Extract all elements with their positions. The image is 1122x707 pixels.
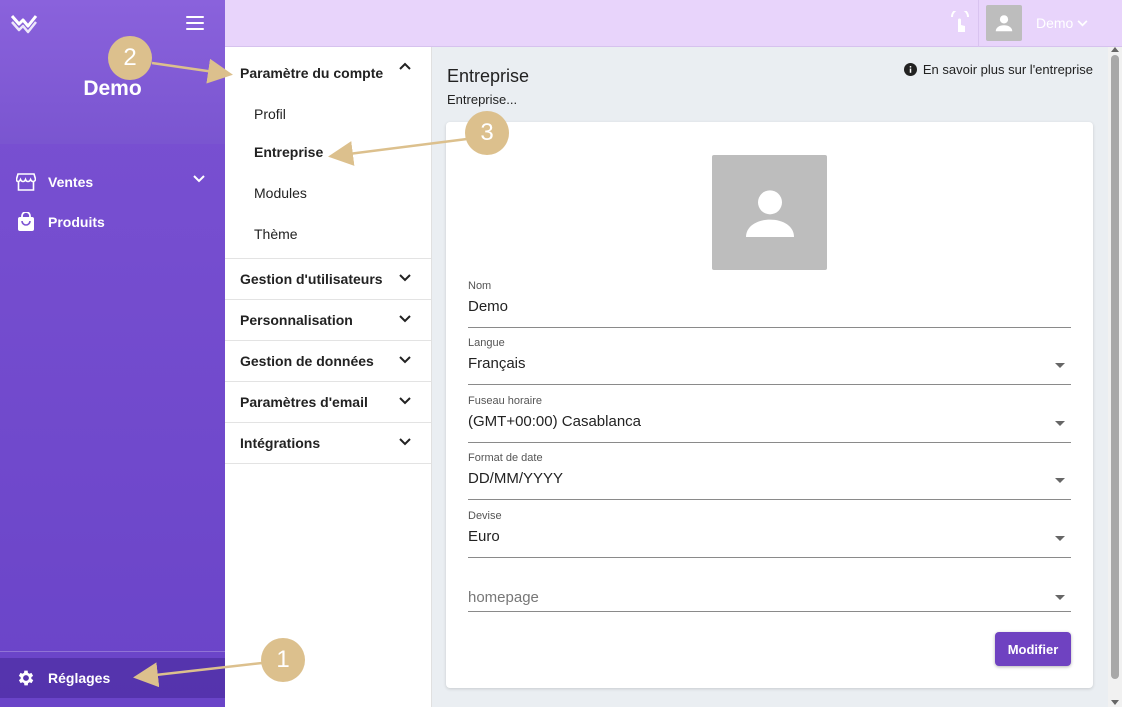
- scroll-up-icon[interactable]: [1111, 47, 1119, 52]
- brand-name: Demo: [83, 77, 142, 100]
- scrollbar[interactable]: [1108, 47, 1122, 707]
- page-subtitle: Entreprise...: [447, 92, 518, 107]
- avatar[interactable]: [986, 5, 1022, 41]
- field-value: DD/MM/YYYY: [468, 470, 564, 487]
- section-label: Paramètres d'email: [240, 394, 368, 410]
- chevron-down-icon: [399, 356, 411, 364]
- field-value: Demo: [468, 298, 509, 315]
- chevron-down-icon: [399, 438, 411, 446]
- modifier-button[interactable]: Modifier: [995, 632, 1071, 666]
- section-parametres-email[interactable]: Paramètres d'email: [225, 382, 431, 423]
- section-label: Intégrations: [240, 435, 321, 451]
- store-icon: [16, 172, 36, 192]
- chevron-up-icon: [399, 62, 411, 70]
- page-title: Entreprise: [447, 66, 530, 86]
- subitem-modules[interactable]: Modules: [225, 172, 431, 213]
- user-icon: [745, 189, 794, 237]
- user-icon: [995, 15, 1013, 32]
- gear-icon: [18, 670, 34, 686]
- chevron-down-icon: [399, 315, 411, 323]
- user-menu[interactable]: Demo: [1036, 15, 1088, 31]
- section-personnalisation[interactable]: Personnalisation: [225, 300, 431, 341]
- menu-toggle-icon[interactable]: [186, 16, 204, 30]
- topbar: Demo: [225, 0, 1122, 47]
- info-link-label: En savoir plus sur l'entreprise: [922, 62, 1093, 77]
- section-gestion-donnees[interactable]: Gestion de données: [225, 341, 431, 382]
- field-label: Format de date: [468, 452, 543, 464]
- field-value: Euro: [468, 528, 500, 545]
- section-label: Personnalisation: [240, 312, 353, 328]
- dropdown-arrow-icon: [1055, 536, 1065, 541]
- field-label: Langue: [468, 337, 505, 349]
- homepage-select[interactable]: homepage: [468, 563, 1071, 612]
- devise-select[interactable]: Devise Euro: [468, 510, 1071, 558]
- settings-submenu: Paramètre du compte Profil Entreprise Mo…: [225, 47, 432, 707]
- chevron-down-icon: [193, 175, 205, 183]
- section-gestion-utilisateurs[interactable]: Gestion d'utilisateurs: [225, 259, 431, 300]
- field-label: Nom: [468, 280, 492, 292]
- touch-icon[interactable]: [948, 11, 972, 35]
- annotation-badge-1: 1: [261, 638, 305, 682]
- sidebar: Demo Ventes Produits Réglages: [0, 0, 225, 707]
- section-label: Paramètre du compte: [240, 65, 384, 81]
- dropdown-arrow-icon: [1055, 363, 1065, 368]
- company-form-card: Nom Demo Langue Français Fuseau horaire …: [446, 122, 1093, 688]
- section-items: Profil Entreprise Modules Thème: [225, 99, 431, 259]
- sidebar-item-label: Produits: [48, 214, 105, 230]
- fuseau-horaire-select[interactable]: Fuseau horaire (GMT+00:00) Casablanca: [468, 395, 1071, 443]
- langue-select[interactable]: Langue Français: [468, 337, 1071, 385]
- info-icon: [903, 63, 917, 76]
- field-value: (GMT+00:00) Casablanca: [468, 413, 641, 430]
- format-date-select[interactable]: Format de date DD/MM/YYYY: [468, 452, 1071, 500]
- company-logo-placeholder[interactable]: [712, 155, 827, 270]
- field-placeholder: homepage: [468, 589, 539, 606]
- main-content: Entreprise Entreprise... En savoir plus …: [433, 47, 1108, 707]
- scrollbar-thumb[interactable]: [1111, 55, 1119, 679]
- bag-icon: [16, 212, 36, 232]
- field-value: Français: [468, 355, 526, 372]
- sidebar-item-label: Réglages: [48, 670, 111, 686]
- section-label: Gestion d'utilisateurs: [240, 271, 383, 287]
- chevron-down-icon: [399, 274, 411, 282]
- field-label: Fuseau horaire: [468, 395, 542, 407]
- nom-field[interactable]: Nom Demo: [468, 280, 1071, 328]
- sidebar-nav: Ventes Produits: [0, 144, 225, 242]
- annotation-badge-2: 2: [108, 36, 152, 80]
- subitem-profil[interactable]: Profil: [225, 99, 431, 131]
- sidebar-footer: Réglages: [0, 651, 225, 707]
- sidebar-item-produits[interactable]: Produits: [0, 202, 225, 242]
- section-integrations[interactable]: Intégrations: [225, 423, 431, 464]
- chevron-down-icon: [399, 397, 411, 405]
- dropdown-arrow-icon: [1055, 595, 1065, 600]
- section-label: Gestion de données: [240, 353, 374, 369]
- sidebar-item-ventes[interactable]: Ventes: [0, 162, 225, 202]
- user-name: Demo: [1036, 15, 1074, 31]
- chevron-down-icon: [1077, 19, 1088, 26]
- info-link[interactable]: En savoir plus sur l'entreprise: [903, 62, 1093, 77]
- topbar-divider: [978, 0, 979, 47]
- logo-icon[interactable]: [10, 12, 38, 34]
- annotation-badge-3: 3: [465, 111, 509, 155]
- sidebar-item-label: Ventes: [48, 174, 94, 190]
- scroll-down-icon[interactable]: [1111, 700, 1119, 705]
- sidebar-item-reglages[interactable]: Réglages: [0, 658, 225, 698]
- dropdown-arrow-icon: [1055, 421, 1065, 426]
- subitem-theme[interactable]: Thème: [225, 213, 431, 254]
- dropdown-arrow-icon: [1055, 478, 1065, 483]
- field-label: Devise: [468, 510, 502, 522]
- subitem-entreprise[interactable]: Entreprise: [225, 131, 431, 172]
- section-parametre-compte[interactable]: Paramètre du compte: [225, 47, 431, 99]
